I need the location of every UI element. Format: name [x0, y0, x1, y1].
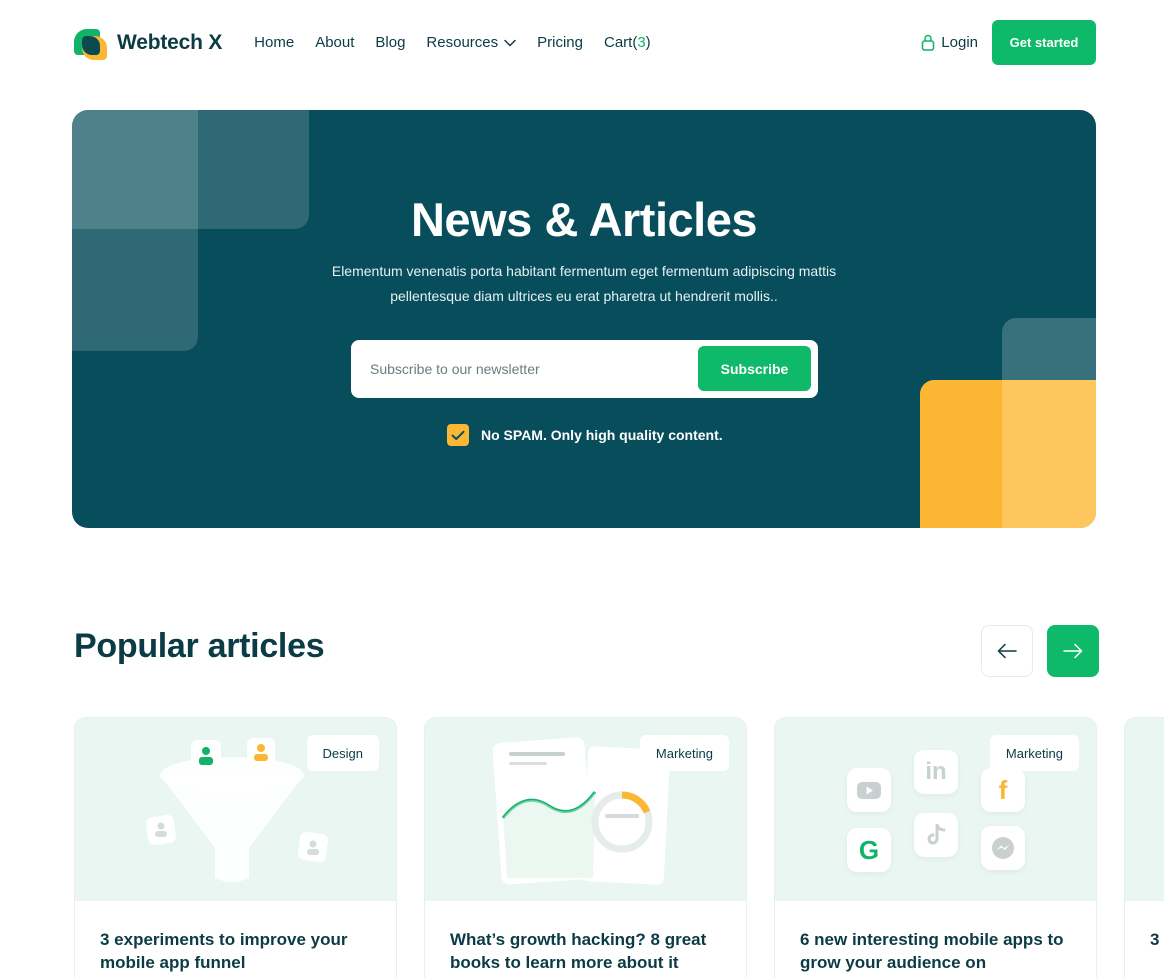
- checkmark-icon: [451, 430, 465, 440]
- lock-icon: [922, 34, 935, 51]
- nav-link-resources-label: Resources: [426, 34, 499, 51]
- linkedin-icon: in: [914, 750, 958, 794]
- category-tag[interactable]: Marketing: [989, 735, 1079, 771]
- google-icon: G: [847, 828, 891, 872]
- article-thumbnail: Design: [75, 718, 396, 901]
- hero-banner: News & Articles Elementum venenatis port…: [72, 110, 1096, 528]
- top-navigation: Webtech X Home About Blog Resources Pric…: [74, 20, 1096, 65]
- login-link[interactable]: Login: [921, 34, 978, 51]
- get-started-button[interactable]: Get started: [992, 20, 1096, 65]
- logo-leaf-icon: [74, 25, 107, 60]
- brand-name: Webtech X: [117, 30, 223, 54]
- article-title[interactable]: 3 m: [1150, 928, 1164, 951]
- arrow-right-icon: [1063, 643, 1083, 659]
- category-tag[interactable]: Marketing: [639, 735, 729, 771]
- hero-subtitle: Elementum venenatis porta habitant ferme…: [331, 263, 837, 304]
- brand-logo[interactable]: Webtech X: [74, 25, 222, 60]
- no-spam-checkbox-row: No SPAM. Only high quality content.: [447, 424, 723, 446]
- article-card[interactable]: Design 3 experiments to improve your mob…: [74, 717, 397, 978]
- article-thumbnail: Marketing: [425, 718, 746, 901]
- messenger-icon: [981, 826, 1025, 870]
- carousel-next-button[interactable]: [1047, 625, 1099, 677]
- nav-link-cart[interactable]: Cart(3): [604, 34, 651, 51]
- nav-link-blog[interactable]: Blog: [375, 34, 405, 51]
- article-title[interactable]: What’s growth hacking? 8 great books to …: [450, 928, 730, 974]
- nav-link-home[interactable]: Home: [254, 34, 294, 51]
- article-card[interactable]: Marketing What’s growth hacking? 8 great…: [424, 717, 747, 978]
- article-card[interactable]: in f G Marketing 6 new interesting mobil…: [774, 717, 1097, 978]
- article-thumbnail: [1125, 718, 1164, 901]
- login-label: Login: [941, 34, 978, 51]
- cart-label-close: ): [645, 34, 651, 51]
- nav-link-resources[interactable]: Resources: [426, 34, 516, 51]
- chevron-down-icon: [504, 39, 516, 46]
- article-thumbnail: in f G Marketing: [775, 718, 1096, 901]
- subscribe-button[interactable]: Subscribe: [698, 346, 811, 391]
- section-title: Popular articles: [74, 627, 325, 665]
- category-tag[interactable]: Design: [306, 735, 379, 771]
- cart-count: 3: [637, 34, 646, 51]
- main-menu: Home About Blog Resources Pricing Cart(3…: [254, 34, 651, 51]
- tiktok-icon: [914, 813, 958, 857]
- arrow-left-icon: [997, 643, 1017, 659]
- newsletter-email-input[interactable]: [370, 361, 670, 377]
- nav-actions: Login Get started: [921, 20, 1096, 65]
- no-spam-label: No SPAM. Only high quality content.: [481, 427, 723, 443]
- youtube-icon: [847, 768, 891, 812]
- cart-label: Cart(: [603, 34, 638, 51]
- facebook-icon: f: [981, 768, 1025, 812]
- nav-link-pricing[interactable]: Pricing: [537, 34, 583, 51]
- newsletter-form: Subscribe: [351, 340, 818, 398]
- article-title[interactable]: 6 new interesting mobile apps to grow yo…: [800, 928, 1080, 974]
- carousel-prev-button[interactable]: [981, 625, 1033, 677]
- decorative-block: [1002, 380, 1096, 528]
- article-title[interactable]: 3 experiments to improve your mobile app…: [100, 928, 380, 974]
- no-spam-checkbox[interactable]: [447, 424, 469, 446]
- page-title: News & Articles: [410, 193, 758, 246]
- nav-link-about[interactable]: About: [315, 34, 354, 51]
- article-card[interactable]: 3 m: [1124, 717, 1164, 978]
